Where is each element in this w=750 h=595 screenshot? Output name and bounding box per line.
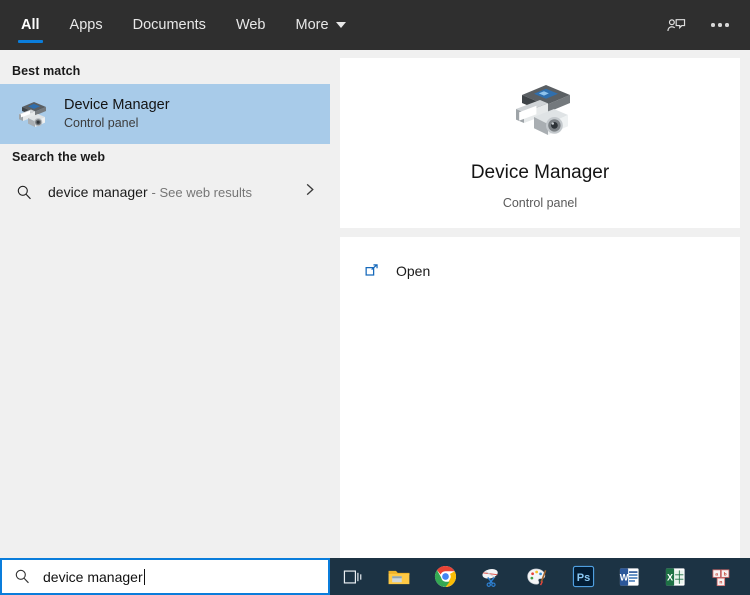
search-icon	[14, 568, 31, 585]
result-subtitle: Control panel	[64, 116, 139, 131]
tab-apps[interactable]: Apps	[55, 0, 118, 50]
ellipsis-icon[interactable]	[702, 7, 738, 43]
search-flyout: All Apps Documents Web More Best match D…	[0, 0, 750, 558]
taskbar-item-excel[interactable]: X	[652, 558, 698, 595]
tab-documents-label: Documents	[132, 17, 206, 33]
windows-search-screen: All Apps Documents Web More Best match D…	[0, 0, 750, 595]
tab-more-label: More	[295, 17, 329, 33]
web-result-query: device manager	[48, 184, 148, 200]
taskbar: device manager Ps W X a b n	[0, 558, 750, 595]
web-result-item[interactable]: device manager - See web results	[0, 170, 330, 214]
result-text: Device Manager Control panel	[64, 96, 170, 132]
open-external-icon	[362, 262, 382, 280]
web-result-label: device manager - See web results	[48, 184, 252, 200]
result-title: Device Manager	[64, 96, 170, 113]
taskbar-item-google-chrome[interactable]	[422, 558, 468, 595]
device-manager-icon	[506, 77, 574, 146]
result-item-device-manager[interactable]: Device Manager Control panel	[0, 84, 330, 144]
action-open-label: Open	[396, 263, 431, 279]
chevron-right-icon[interactable]	[303, 182, 316, 202]
taskbar-item-file-explorer[interactable]	[376, 558, 422, 595]
search-input-text: device manager	[43, 568, 145, 585]
action-open[interactable]: Open	[340, 253, 740, 289]
search-icon	[14, 184, 34, 201]
ellipsis-dots	[711, 23, 729, 27]
svg-text:a: a	[715, 572, 718, 577]
device-manager-icon	[12, 98, 50, 130]
active-tab-underline	[18, 40, 43, 43]
search-input-value: device manager	[43, 568, 143, 585]
taskbar-item-word[interactable]: W	[606, 558, 652, 595]
tab-all[interactable]: All	[6, 0, 55, 50]
best-match-heading: Best match	[12, 64, 81, 78]
tab-documents[interactable]: Documents	[118, 0, 221, 50]
tab-web[interactable]: Web	[221, 0, 281, 50]
svg-text:X: X	[667, 572, 673, 582]
taskbar-search-input[interactable]: device manager	[0, 558, 330, 595]
search-filter-tabbar: All Apps Documents Web More	[0, 0, 750, 50]
svg-text:b: b	[724, 571, 727, 577]
taskbar-item-paint[interactable]	[514, 558, 560, 595]
web-result-suffix: - See web results	[151, 185, 252, 200]
tab-more[interactable]: More	[281, 0, 361, 50]
tab-web-label: Web	[235, 17, 266, 33]
tabbar-actions	[658, 0, 750, 50]
preview-subtitle: Control panel	[502, 195, 578, 210]
taskbar-item-snipping-tool[interactable]	[468, 558, 514, 595]
preview-title: Device Manager	[470, 161, 610, 183]
svg-text:n: n	[719, 580, 722, 585]
preview-actions-card: Open	[340, 237, 740, 558]
svg-text:Ps: Ps	[576, 572, 589, 584]
search-body: Best match Device Manager Control panel …	[0, 50, 750, 558]
svg-text:W: W	[619, 572, 628, 582]
preview-pane: Device Manager Control panel Open	[330, 50, 750, 558]
taskbar-item-photoshop[interactable]: Ps	[560, 558, 606, 595]
text-cursor	[143, 568, 145, 585]
tab-apps-label: Apps	[69, 17, 103, 33]
tab-all-label: All	[21, 17, 40, 33]
preview-hero-card: Device Manager Control panel	[340, 58, 740, 228]
chevron-down-icon	[335, 22, 346, 28]
taskbar-item-task-view[interactable]	[330, 558, 376, 595]
taskbar-item-sticky-notes[interactable]: a b n	[698, 558, 744, 595]
results-pane: Best match Device Manager Control panel …	[0, 50, 330, 558]
person-feedback-icon[interactable]	[658, 7, 694, 43]
search-web-heading: Search the web	[12, 150, 106, 164]
taskbar-items: Ps W X a b n	[330, 558, 744, 595]
tab-list: All Apps Documents Web More	[0, 0, 361, 50]
